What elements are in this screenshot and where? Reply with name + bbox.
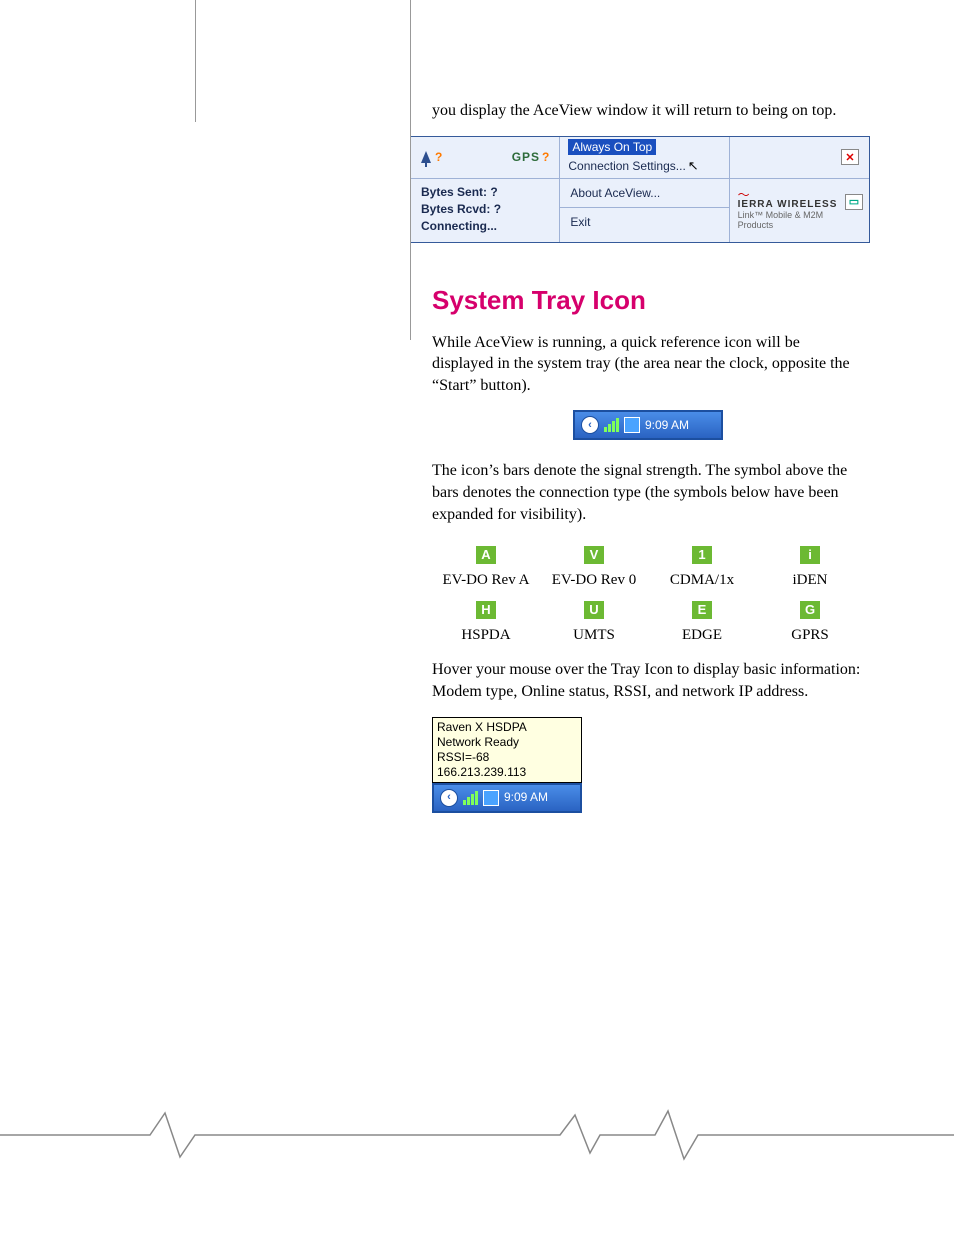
tooltip-example: Raven X HSDPA Network Ready RSSI=-68 166… [432,717,582,813]
section-heading: System Tray Icon [432,283,864,318]
glyph-a-icon: A [476,546,496,564]
aceview-window: ? GPS ? Always On Top Connection Setting… [410,136,870,243]
icon-evdo-rev-a: AEV-DO Rev A [432,545,540,590]
bytes-sent-label: Bytes Sent: ? [421,185,549,199]
antenna-icon [421,151,431,163]
signal-unknown-icon: ? [435,150,442,164]
tray-clock-2: 9:09 AM [504,789,548,805]
glyph-e-icon: E [692,601,712,619]
brand-swoosh-icon: ～ [738,191,861,199]
close-icon[interactable]: ✕ [841,149,859,165]
glyph-g-icon: G [800,601,820,619]
glyph-v-icon: V [584,546,604,564]
left-divider [195,0,196,122]
gps-label: GPS [512,150,540,164]
para-tray-intro: While AceView is running, a quick refere… [432,332,864,397]
icon-gprs: GGPRS [756,600,864,645]
icon-hspda: HHSPDA [432,600,540,645]
signal-bars-icon [604,418,619,432]
signal-bars-icon-2 [463,791,478,805]
tray-expand-icon[interactable]: ‹ [581,416,599,434]
tray-clock: 9:09 AM [645,417,689,433]
icon-evdo-rev-0: VEV-DO Rev 0 [540,545,648,590]
mid-divider [410,0,411,340]
para-hover-desc: Hover your mouse over the Tray Icon to d… [432,659,864,702]
document-page: you display the AceView window it will r… [0,0,954,1235]
tray-expand-icon-2[interactable]: ‹ [440,789,458,807]
bytes-rcvd-label: Bytes Rcvd: ? [421,202,549,216]
tray-app-icon [624,417,640,433]
minimize-icon[interactable]: ▭ [845,194,863,210]
tray-app-icon-2 [483,790,499,806]
tooltip-rssi: RSSI=-68 [437,750,577,765]
glyph-h-icon: H [476,601,496,619]
signal-panel: ? GPS ? [411,137,560,179]
system-tray-2: ‹ 9:09 AM [432,783,582,813]
connecting-label: Connecting... [421,219,549,233]
body-content-2: System Tray Icon While AceView is runnin… [432,283,864,813]
body-content: you display the AceView window it will r… [432,100,864,122]
brand-name: IERRA WIRELESS [738,199,861,210]
para-signal-desc: The icon’s bars denote the signal streng… [432,460,864,525]
glyph-u-icon: U [584,601,604,619]
connection-type-grid: AEV-DO Rev A VEV-DO Rev 0 1CDMA/1x iiDEN… [432,545,864,645]
tray-tooltip: Raven X HSDPA Network Ready RSSI=-68 166… [432,717,582,783]
tooltip-modem: Raven X HSDPA [437,720,577,735]
cursor-icon: ↖ [688,158,699,174]
menu-about[interactable]: About AceView... [560,179,728,208]
system-tray: ‹ 9:09 AM [573,410,723,440]
menu-connection-settings[interactable]: Connection Settings... ↖ [560,156,728,179]
icon-umts: UUMTS [540,600,648,645]
tooltip-status: Network Ready [437,735,577,750]
menu-exit[interactable]: Exit [560,208,728,236]
icon-iden: iiDEN [756,545,864,590]
icon-cdma-1x: 1CDMA/1x [648,545,756,590]
glyph-1-icon: 1 [692,546,712,564]
brand-tagline: Link™ Mobile & M2M Products [738,210,861,230]
lead-paragraph: you display the AceView window it will r… [432,100,864,122]
glyph-i-icon: i [800,546,820,564]
icon-edge: EEDGE [648,600,756,645]
tooltip-ip: 166.213.239.113 [437,765,577,780]
gps-unknown-icon: ? [542,150,549,164]
menu-always-on-top[interactable]: Always On Top [560,137,728,156]
footer-wave-icon [0,1105,954,1165]
window-controls: ✕ [730,137,869,179]
